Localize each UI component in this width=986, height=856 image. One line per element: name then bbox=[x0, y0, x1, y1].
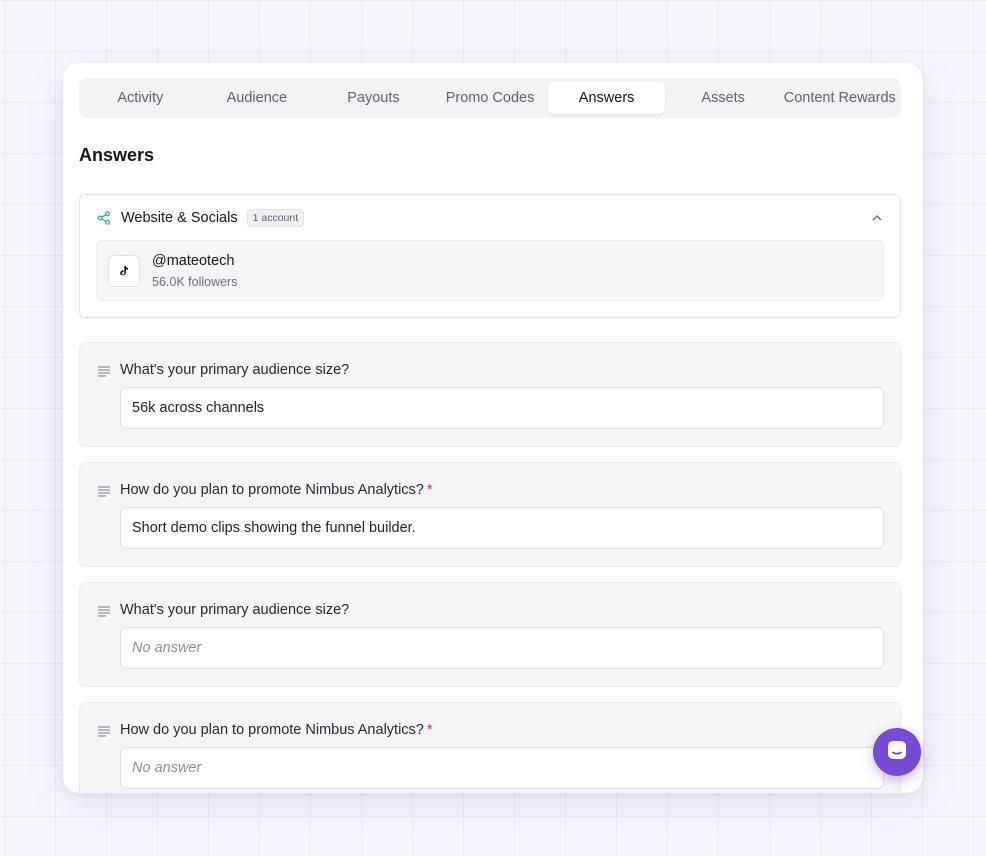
tab-content-rewards[interactable]: Content Rewards bbox=[781, 82, 898, 114]
socials-header: Website & Socials 1 account bbox=[97, 209, 305, 227]
question-label: What's your primary audience size? bbox=[120, 602, 350, 618]
account-handle: @mateotech bbox=[152, 253, 235, 269]
tiktok-icon bbox=[108, 255, 140, 287]
tab-bar: Activity Audience Payouts Promo Codes An… bbox=[79, 78, 901, 118]
page-title: Answers bbox=[79, 145, 155, 165]
share-icon bbox=[97, 211, 111, 225]
answer-field[interactable]: No answer bbox=[120, 747, 884, 789]
text-lines-icon bbox=[97, 484, 111, 497]
tab-activity[interactable]: Activity bbox=[82, 82, 199, 114]
follower-count: 56.0K followers bbox=[152, 275, 238, 289]
question-label: How do you plan to promote Nimbus Analyt… bbox=[120, 722, 433, 738]
required-marker: * bbox=[426, 482, 433, 498]
question-card: How do you plan to promote Nimbus Analyt… bbox=[79, 702, 901, 793]
tab-assets[interactable]: Assets bbox=[665, 82, 782, 114]
tab-payouts[interactable]: Payouts bbox=[315, 82, 432, 114]
account-count-badge: 1 account bbox=[246, 209, 305, 227]
answers-panel: Activity Audience Payouts Promo Codes An… bbox=[63, 63, 923, 793]
question-label: How do you plan to promote Nimbus Analyt… bbox=[120, 482, 433, 498]
socials-section: Website & Socials 1 account @mateotech 5… bbox=[79, 194, 901, 318]
tab-answers[interactable]: Answers bbox=[548, 82, 665, 114]
answer-field[interactable]: No answer bbox=[120, 627, 884, 669]
text-lines-icon bbox=[97, 364, 111, 377]
text-lines-icon bbox=[97, 724, 111, 737]
answer-field[interactable]: Short demo clips showing the funnel buil… bbox=[120, 507, 884, 549]
question-card: What's your primary audience size? 56k a… bbox=[79, 342, 901, 447]
social-account-item[interactable]: @mateotech 56.0K followers bbox=[96, 240, 884, 301]
question-card: What's your primary audience size? No an… bbox=[79, 582, 901, 687]
required-marker: * bbox=[426, 722, 433, 738]
question-label: What's your primary audience size? bbox=[120, 362, 350, 378]
answer-field[interactable]: 56k across channels bbox=[120, 387, 884, 429]
chat-icon bbox=[885, 738, 909, 767]
question-card: How do you plan to promote Nimbus Analyt… bbox=[79, 462, 901, 567]
socials-title: Website & Socials bbox=[121, 210, 238, 226]
tab-audience[interactable]: Audience bbox=[199, 82, 316, 114]
tab-promo-codes[interactable]: Promo Codes bbox=[432, 82, 549, 114]
text-lines-icon bbox=[97, 604, 111, 617]
chevron-up-icon[interactable] bbox=[870, 211, 884, 225]
chat-launcher-button[interactable] bbox=[873, 728, 921, 776]
